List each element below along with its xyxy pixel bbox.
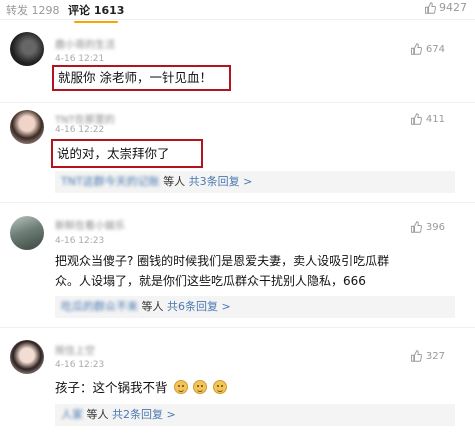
avatar[interactable] [10, 340, 44, 374]
reply-summary[interactable]: 人家 等人 共2条回复 > [55, 404, 455, 426]
reply-etc: 等人 [163, 175, 186, 188]
reply-etc: 等人 [86, 408, 109, 421]
comment-text: 就服你 涂老师，一针见血！ [52, 65, 231, 91]
reply-etc: 等人 [141, 300, 164, 313]
username[interactable]: TNT在那里的 [55, 111, 115, 126]
comment-item: 按住上空 4-16 12:23 327 孩子：这个锅我不背 人家 等人 共2条回… [0, 328, 475, 433]
comment-tabs: 转发 1298 评论 1613 9427 [0, 0, 475, 23]
like-button[interactable]: 674 [410, 43, 445, 55]
comment-item: TNT在那里的 4-16 12:22 411 说的对，太崇拜你了 TNT这群今天… [0, 103, 475, 203]
likes-total-count: 9427 [439, 1, 467, 14]
smiley-icon [213, 380, 228, 394]
comment-text-line: 把观众当傻子? 圈钱的时候我们是恩爱夫妻，卖人设吸引吃瓜群 [55, 254, 390, 268]
comment-time: 4-16 12:23 [55, 360, 105, 370]
smiley-icon [193, 380, 208, 394]
tab-repost[interactable]: 转发 1298 [6, 2, 60, 18]
view-replies-link[interactable]: 共2条回复 > [112, 408, 176, 421]
like-button[interactable]: 327 [410, 350, 445, 362]
avatar[interactable] [10, 216, 44, 250]
thumbs-up-icon [410, 350, 422, 362]
thumbs-up-icon [410, 43, 422, 55]
reply-users[interactable]: TNT这群今天的记账 [61, 171, 160, 193]
like-button[interactable]: 396 [410, 221, 445, 233]
username[interactable]: 鹿小哥的生活 [55, 36, 115, 51]
username[interactable]: 按住上空 [55, 342, 95, 357]
likes-total[interactable]: 9427 [424, 1, 467, 14]
reply-users[interactable]: 吃瓜的群众不来 [61, 296, 138, 318]
like-count: 674 [425, 43, 445, 55]
username[interactable]: 新鲜在看小娱乐 [55, 217, 125, 232]
avatar[interactable] [10, 32, 44, 66]
avatar[interactable] [10, 110, 44, 144]
smiley-icon [173, 380, 188, 394]
reply-summary[interactable]: 吃瓜的群众不来 等人 共6条回复 > [55, 296, 455, 318]
comment-text: 说的对，太崇拜你了 [51, 139, 203, 168]
like-count: 327 [425, 350, 445, 362]
comment-time: 4-16 12:21 [55, 54, 105, 64]
reply-users[interactable]: 人家 [61, 404, 83, 426]
view-replies-link[interactable]: 共6条回复 > [167, 300, 231, 313]
comment-text: 孩子：这个锅我不背 [55, 380, 168, 395]
like-button[interactable]: 411 [410, 113, 445, 125]
comment-time: 4-16 12:22 [55, 125, 105, 135]
comment-text-line: 众。人设塌了，就是你们这些吃瓜群众干扰别人隐私，666 [55, 274, 366, 288]
comment-item: 鹿小哥的生活 4-16 12:21 674 就服你 涂老师，一针见血！ [0, 20, 475, 103]
comment-item: 新鲜在看小娱乐 4-16 12:23 396 把观众当傻子? 圈钱的时候我们是恩… [0, 203, 475, 328]
thumbs-up-icon [410, 113, 422, 125]
thumbs-up-icon [425, 1, 436, 14]
tab-comments[interactable]: 评论 1613 [68, 2, 124, 23]
like-count: 396 [425, 221, 445, 233]
thumbs-up-icon [410, 221, 422, 233]
comment-time: 4-16 12:23 [55, 236, 105, 246]
reply-summary[interactable]: TNT这群今天的记账 等人 共3条回复 > [55, 171, 455, 193]
view-replies-link[interactable]: 共3条回复 > [189, 175, 253, 188]
comment-text-row: 孩子：这个锅我不背 [55, 378, 228, 398]
like-count: 411 [425, 113, 445, 125]
